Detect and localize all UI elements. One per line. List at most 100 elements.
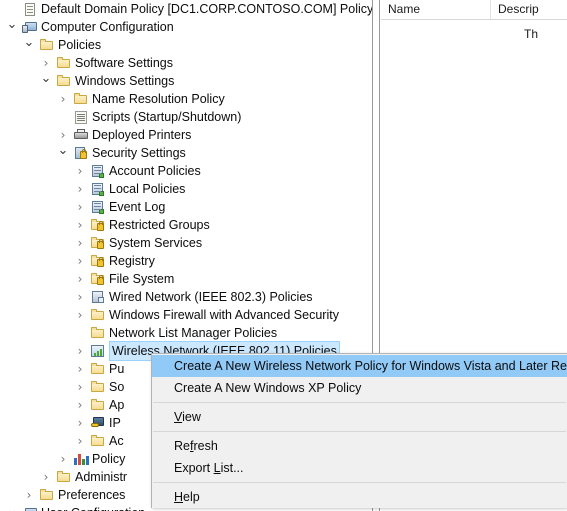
menu-item-label: Export List...: [174, 461, 244, 475]
tree-item-label: Restricted Groups: [109, 218, 210, 232]
menu-item-create-a-new-windows-xp-policy[interactable]: Create A New Windows XP Policy: [152, 377, 567, 399]
folder-icon: [90, 308, 106, 323]
tree-item-policies[interactable]: ⌄ Policies: [0, 36, 372, 54]
computer-icon: [22, 506, 38, 511]
folder-icon: [56, 56, 72, 71]
chevron-right-icon[interactable]: ›: [72, 162, 88, 180]
chevron-down-icon[interactable]: ⌄: [4, 18, 20, 36]
tree-item-restricted-groups[interactable]: › Restricted Groups: [0, 216, 372, 234]
tree-item-scripts-startup-shutdown[interactable]: Scripts (Startup/Shutdown): [0, 108, 372, 126]
tree-item-deployed-printers[interactable]: › Deployed Printers: [0, 126, 372, 144]
folder-icon: [90, 434, 106, 449]
menu-separator: [153, 431, 566, 432]
chevron-right-icon[interactable]: ›: [38, 468, 54, 486]
folder-icon: [73, 92, 89, 107]
folder-icon: [56, 470, 72, 485]
folder-icon: [90, 380, 106, 395]
tree-item-default-domain-policy-dc1-corp-contoso-com-policy[interactable]: Default Domain Policy [DC1.CORP.CONTOSO.…: [0, 0, 372, 18]
chevron-right-icon[interactable]: ›: [55, 90, 71, 108]
folder-icon: [90, 398, 106, 413]
chevron-right-icon[interactable]: ›: [72, 396, 88, 414]
tree-item-label: Ap: [109, 398, 125, 412]
tree-item-label: User Configuration: [41, 504, 145, 511]
folder-icon: [90, 326, 106, 341]
tree-item-label: Network List Manager Policies: [109, 326, 278, 340]
tree-item-security-settings[interactable]: ⌄ Security Settings: [0, 144, 372, 162]
details-column-header[interactable]: Name Descrip: [381, 0, 567, 20]
tree-item-label: Windows Settings: [75, 74, 175, 88]
menu-separator: [153, 482, 566, 483]
tree-item-label: Policy: [92, 452, 126, 466]
tree-item-event-log[interactable]: › Event Log: [0, 198, 372, 216]
ip-security-icon: [90, 416, 106, 431]
tree-item-windows-firewall-with-advanced-security[interactable]: › Windows Firewall with Advanced Security: [0, 306, 372, 324]
tree-item-network-list-manager-policies[interactable]: Network List Manager Policies: [0, 324, 372, 342]
tree-item-account-policies[interactable]: › Account Policies: [0, 162, 372, 180]
chevron-down-icon[interactable]: ⌄: [38, 72, 54, 90]
chevron-right-icon[interactable]: ›: [72, 216, 88, 234]
tree-item-label: Deployed Printers: [92, 128, 192, 142]
group-policy-management-editor-window: Default Domain Policy [DC1.CORP.CONTOSO.…: [0, 0, 567, 511]
chevron-right-icon[interactable]: ›: [72, 414, 88, 432]
security-lock-icon: [73, 146, 89, 161]
tree-item-name-resolution-policy[interactable]: › Name Resolution Policy: [0, 90, 372, 108]
chevron-right-icon[interactable]: ›: [72, 360, 88, 378]
tree-item-label: Event Log: [109, 200, 166, 214]
printer-icon: [73, 128, 89, 143]
chevron-right-icon[interactable]: ›: [55, 450, 71, 468]
chevron-right-icon[interactable]: ›: [55, 126, 71, 144]
tree-item-system-services[interactable]: › System Services: [0, 234, 372, 252]
tree-item-windows-settings[interactable]: ⌄ Windows Settings: [0, 72, 372, 90]
script-icon: [73, 110, 89, 125]
qos-icon: [73, 452, 89, 467]
column-header-name[interactable]: Name: [381, 0, 491, 19]
tree-item-label: Software Settings: [75, 56, 173, 70]
tree-item-label: Policies: [58, 38, 102, 52]
column-header-description[interactable]: Descrip: [491, 0, 567, 19]
wireless-icon: [90, 344, 106, 359]
tree-item-label: Account Policies: [109, 164, 201, 178]
server-icon: [90, 182, 106, 197]
folder-lock-icon: [90, 236, 106, 251]
tree-item-label: Default Domain Policy [DC1.CORP.CONTOSO.…: [41, 2, 372, 16]
tree-item-label: Computer Configuration: [41, 20, 174, 34]
menu-item-label: Create A New Wireless Network Policy for…: [174, 359, 567, 373]
chevron-right-icon[interactable]: ›: [72, 234, 88, 252]
tree-item-computer-configuration[interactable]: ⌄ Computer Configuration: [0, 18, 372, 36]
tree-item-label: Registry: [109, 254, 155, 268]
tree-item-local-policies[interactable]: › Local Policies: [0, 180, 372, 198]
chevron-right-icon[interactable]: ›: [72, 198, 88, 216]
chevron-right-icon[interactable]: ›: [72, 378, 88, 396]
chevron-right-icon[interactable]: ›: [72, 342, 88, 360]
wireless-policy-context-menu[interactable]: Create A New Wireless Network Policy for…: [151, 353, 567, 508]
tree-item-label: IP: [109, 416, 121, 430]
chevron-right-icon[interactable]: ›: [72, 306, 88, 324]
menu-item-export-list[interactable]: Export List...: [152, 457, 567, 479]
menu-item-label: Help: [174, 490, 200, 504]
tree-item-file-system[interactable]: › File System: [0, 270, 372, 288]
chevron-right-icon[interactable]: ›: [21, 486, 37, 504]
chevron-right-icon[interactable]: ›: [72, 252, 88, 270]
chevron-right-icon[interactable]: ›: [72, 270, 88, 288]
chevron-right-icon[interactable]: ›: [72, 432, 88, 450]
chevron-down-icon[interactable]: ⌄: [55, 144, 71, 162]
chevron-down-icon[interactable]: ⌄: [4, 504, 20, 511]
chevron-right-icon[interactable]: ›: [72, 180, 88, 198]
menu-item-view[interactable]: View: [152, 406, 567, 428]
tree-item-wired-network-ieee-802-3-policies[interactable]: › Wired Network (IEEE 802.3) Policies: [0, 288, 372, 306]
chevron-down-icon[interactable]: ⌄: [21, 36, 37, 54]
tree-item-registry[interactable]: › Registry: [0, 252, 372, 270]
tree-item-label: Ac: [109, 434, 124, 448]
menu-separator: [153, 402, 566, 403]
chevron-right-icon[interactable]: ›: [72, 288, 88, 306]
chevron-right-icon[interactable]: ›: [38, 54, 54, 72]
tree-item-label: Security Settings: [92, 146, 186, 160]
server-icon: [90, 164, 106, 179]
menu-item-create-a-new-wireless-network-policy-for[interactable]: Create A New Wireless Network Policy for…: [152, 355, 567, 377]
menu-item-refresh[interactable]: Refresh: [152, 435, 567, 457]
menu-item-label: View: [174, 410, 201, 424]
folder-lock-icon: [90, 254, 106, 269]
tree-item-label: File System: [109, 272, 175, 286]
tree-item-software-settings[interactable]: › Software Settings: [0, 54, 372, 72]
menu-item-help[interactable]: Help: [152, 486, 567, 508]
